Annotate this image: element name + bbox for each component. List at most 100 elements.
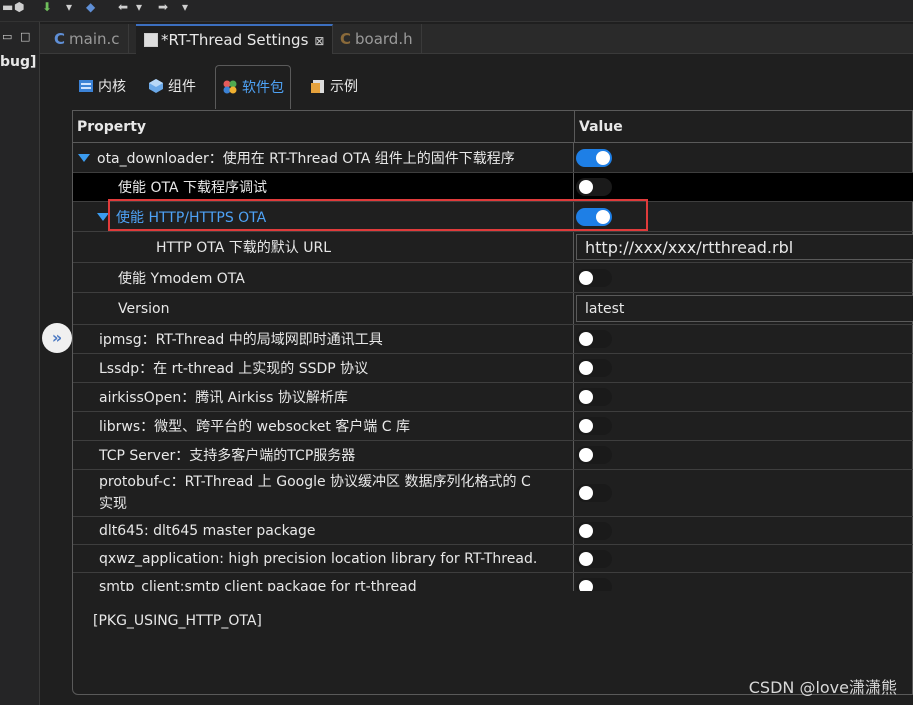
enable-toggle[interactable]	[576, 148, 612, 167]
property-label: librws：微型、跨平台的 websocket 客户端 C 库	[99, 419, 410, 435]
toggle-knob	[579, 419, 593, 433]
tab-label: main.c	[69, 30, 120, 48]
toggle-knob	[596, 150, 610, 165]
tab-packages[interactable]: 软件包	[215, 65, 291, 109]
table-row[interactable]: ota_downloader：使用在 RT-Thread OTA 组件上的固件下…	[73, 143, 913, 173]
value-cell	[573, 325, 913, 353]
enable-toggle[interactable]	[576, 388, 612, 406]
enable-toggle[interactable]	[576, 417, 612, 435]
property-label: protobuf-c：RT-Thread 上 Google 协议缓冲区 数据序列…	[99, 474, 531, 512]
enable-toggle[interactable]	[576, 521, 612, 540]
back-dropdown-icon[interactable]: ▾	[136, 0, 142, 14]
table-row[interactable]: dlt645: dlt645 master package	[73, 517, 913, 545]
table-row[interactable]: 使能 Ymodem OTA	[73, 263, 913, 293]
toggle-knob	[579, 523, 593, 538]
toggle-knob	[579, 486, 593, 500]
property-label: ipmsg：RT-Thread 中的局域网即时通讯工具	[99, 332, 383, 348]
enable-toggle[interactable]	[576, 484, 612, 502]
table-row[interactable]: qxwz_application: high precision locatio…	[73, 545, 913, 573]
minimize-icon[interactable]: ▭	[2, 30, 12, 43]
value-cell: latest	[573, 293, 913, 324]
value-column-header: Value	[574, 111, 623, 143]
value-input[interactable]: latest	[576, 295, 913, 322]
expand-arrow-icon[interactable]	[78, 153, 90, 162]
tab-examples[interactable]: 示例	[304, 65, 364, 109]
property-cell: Lssdp：在 rt-thread 上实现的 SSDP 协议	[73, 354, 573, 382]
table-row[interactable]: ipmsg：RT-Thread 中的局域网即时通讯工具	[73, 325, 913, 354]
toggle-knob	[596, 209, 610, 224]
tab-kernel[interactable]: 内核	[72, 65, 132, 109]
value-cell	[573, 383, 913, 411]
forward-arrow-icon[interactable]: ➡	[158, 0, 168, 14]
property-label: qxwz_application: high precision locatio…	[99, 550, 538, 567]
toggle-knob	[579, 361, 593, 375]
c-file-icon: C	[54, 30, 66, 48]
value-cell	[573, 173, 913, 201]
table-row[interactable]: TCP Server：支持多客户端的TCP服务器	[73, 441, 913, 470]
table-row[interactable]: Lssdp：在 rt-thread 上实现的 SSDP 协议	[73, 354, 913, 383]
value-input[interactable]: http://xxx/xxx/rtthread.rbl	[576, 234, 913, 260]
property-label: dlt645: dlt645 master package	[99, 522, 316, 539]
enable-toggle[interactable]	[576, 359, 612, 377]
download-icon[interactable]: ⬇	[42, 0, 52, 14]
tab-components[interactable]: 组件	[142, 65, 202, 109]
table-row[interactable]: 使能 HTTP/HTTPS OTA	[73, 202, 913, 232]
enable-toggle[interactable]	[576, 446, 612, 464]
property-cell: HTTP OTA 下载的默认 URL	[73, 232, 573, 262]
table-row[interactable]: airkissOpen：腾讯 Airkiss 协议解析库	[73, 383, 913, 412]
toggle-knob	[579, 448, 593, 462]
property-label: ota_downloader：使用在 RT-Thread OTA 组件上的固件下…	[97, 150, 515, 167]
property-label: TCP Server：支持多客户端的TCP服务器	[99, 448, 356, 464]
property-cell: protobuf-c：RT-Thread 上 Google 协议缓冲区 数据序列…	[73, 470, 573, 516]
save-icon[interactable]: ▬	[2, 0, 13, 14]
value-cell	[573, 354, 913, 382]
enable-toggle[interactable]	[576, 268, 612, 287]
watermark: CSDN @love潇潇熊	[748, 678, 897, 697]
tab-rt-thread-settings[interactable]: *RT-Thread Settings ⊠	[136, 24, 334, 54]
property-label: 使能 HTTP/HTTPS OTA	[116, 209, 267, 226]
tab-main-c[interactable]: Cmain.c	[46, 24, 129, 54]
table-row[interactable]: Version latest	[73, 293, 913, 325]
tab-board-h[interactable]: Cboard.h	[332, 24, 422, 54]
property-cell: 使能 HTTP/HTTPS OTA	[73, 202, 573, 231]
value-cell	[573, 470, 913, 516]
tab-label: 示例	[330, 79, 358, 95]
value-cell	[573, 573, 913, 591]
table-row[interactable]: librws：微型、跨平台的 websocket 客户端 C 库	[73, 412, 913, 441]
property-cell: Version	[73, 293, 573, 324]
settings-panel: Property Value ota_downloader：使用在 RT-Thr…	[72, 110, 913, 695]
property-label: 使能 OTA 下载程序调试	[118, 180, 267, 196]
settings-file-icon	[144, 33, 158, 47]
example-icon	[310, 68, 326, 93]
property-label: Version	[118, 300, 170, 317]
debug-icon[interactable]: ◆	[86, 0, 95, 14]
table-row[interactable]: 使能 OTA 下载程序调试	[73, 173, 913, 202]
property-cell: TCP Server：支持多客户端的TCP服务器	[73, 441, 573, 469]
maximize-icon[interactable]: □	[20, 30, 30, 43]
enable-toggle[interactable]	[576, 549, 612, 568]
table-row[interactable]: HTTP OTA 下载的默认 URL http://xxx/xxx/rtthrea…	[73, 232, 913, 263]
forward-dropdown-icon[interactable]: ▾	[182, 0, 188, 14]
dropdown-icon[interactable]: ▾	[66, 0, 72, 14]
enable-toggle[interactable]	[576, 207, 612, 226]
expand-arrow-icon[interactable]	[97, 212, 109, 221]
property-cell: dlt645: dlt645 master package	[73, 517, 573, 544]
kernel-icon	[78, 68, 94, 92]
main-toolbar: ▬ ⬢ ⬇ ▾ ◆ ⬅ ▾ ➡ ▾	[0, 0, 913, 22]
table-row[interactable]: protobuf-c：RT-Thread 上 Google 协议缓冲区 数据序列…	[73, 470, 913, 517]
table-row[interactable]: smtp_client:smtp client package for rt-t…	[73, 573, 913, 591]
chip-icon[interactable]: ⬢	[14, 0, 24, 14]
toggle-knob	[579, 579, 593, 591]
enable-toggle[interactable]	[576, 178, 612, 196]
property-label: Lssdp：在 rt-thread 上实现的 SSDP 协议	[99, 361, 369, 377]
value-cell	[573, 517, 913, 544]
value-cell	[573, 441, 913, 469]
collapse-panel-button[interactable]: »	[42, 323, 72, 353]
back-arrow-icon[interactable]: ⬅	[118, 0, 128, 14]
property-cell: 使能 OTA 下载程序调试	[73, 173, 573, 201]
table-header: Property Value	[73, 111, 913, 143]
enable-toggle[interactable]	[576, 577, 612, 591]
close-icon[interactable]: ⊠	[314, 34, 324, 48]
enable-toggle[interactable]	[576, 330, 612, 348]
c-file-icon: C	[340, 30, 352, 48]
